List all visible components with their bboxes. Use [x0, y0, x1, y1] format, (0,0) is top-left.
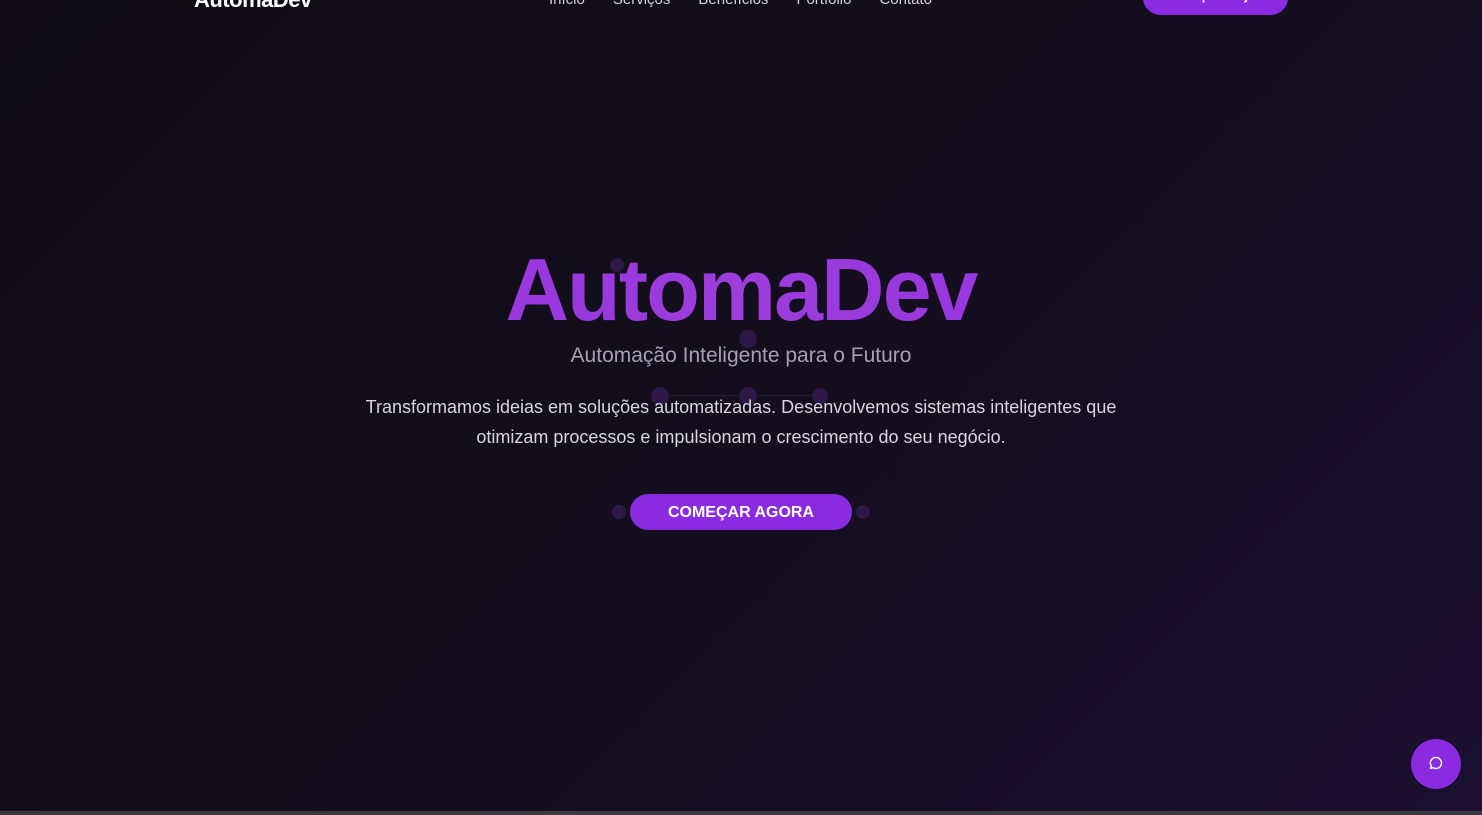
main-nav: Início Serviços Benefícios Portfólio Con… [549, 0, 932, 8]
hero-section: AutomaDev Automação Inteligente para o F… [0, 240, 1482, 530]
hero-description: Transformamos ideias em soluções automat… [365, 397, 1117, 447]
start-now-button[interactable]: COMEÇAR AGORA [630, 494, 852, 530]
chat-button[interactable] [1411, 739, 1461, 789]
site-header: AutomaDev Início Serviços Benefícios Por… [0, 0, 1482, 20]
hero-subtitle: Automação Inteligente para o Futuro [570, 344, 912, 367]
site-logo[interactable]: AutomaDev [194, 0, 312, 13]
nav-link-contato[interactable]: Contato [879, 0, 932, 8]
nav-link-beneficios[interactable]: Benefícios [698, 0, 768, 8]
start-project-button[interactable]: Começar Projeto [1143, 0, 1288, 15]
nav-link-portfolio[interactable]: Portfólio [796, 0, 851, 8]
bottom-bar [0, 811, 1482, 815]
nav-link-servicos[interactable]: Serviços [613, 0, 671, 8]
chat-bubble-icon [1428, 755, 1444, 774]
nav-link-inicio[interactable]: Início [549, 0, 585, 8]
hero-title: AutomaDev [0, 240, 1482, 340]
